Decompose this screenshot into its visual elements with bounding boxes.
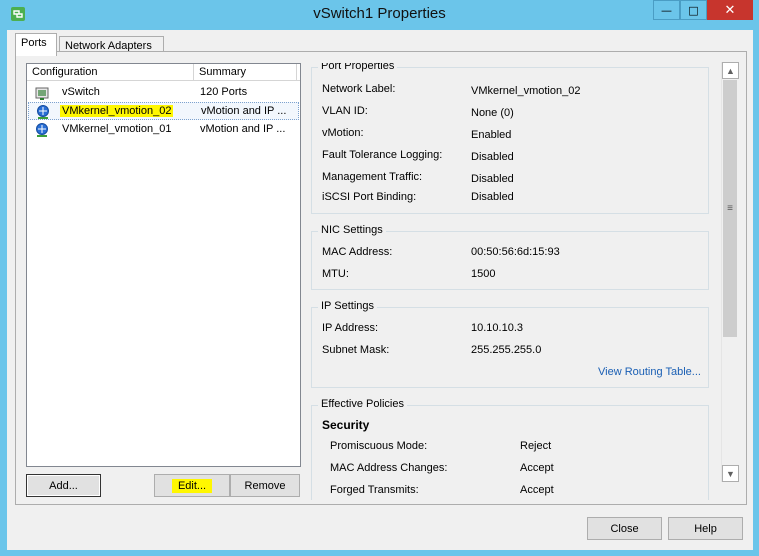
list-row-vmkernel-vmotion-01[interactable]: VMkernel_vmotion_01 vMotion and IP ... <box>28 121 299 139</box>
column-header-summary[interactable]: Summary <box>194 64 297 81</box>
prop-value: 1500 <box>471 268 496 280</box>
prop-value: Enabled <box>471 129 512 141</box>
list-row-vmkernel-vmotion-02[interactable]: VMkernel_vmotion_02 vMotion and IP ... <box>28 102 299 120</box>
list-row-vswitch[interactable]: vSwitch 120 Ports <box>28 84 299 102</box>
policy-value: Accept <box>520 484 554 496</box>
group-title: Effective Policies <box>318 398 407 410</box>
effective-policies-group: Effective Policies Security Promiscuous … <box>311 398 709 500</box>
scroll-up-arrow-icon[interactable]: ▲ <box>722 62 739 79</box>
prop-label: iSCSI Port Binding: <box>322 191 417 203</box>
prop-label: MAC Address: <box>322 246 393 258</box>
vswitch-icon <box>35 87 49 100</box>
edit-button[interactable]: Edit... <box>154 474 230 497</box>
minimize-button[interactable]: — <box>653 0 680 20</box>
list-header: Configuration Summary <box>27 64 300 81</box>
policy-value: Accept <box>520 462 554 474</box>
column-header-configuration[interactable]: Configuration <box>27 64 194 81</box>
ip-settings-group: IP Settings IP Address: 10.10.10.3 Subne… <box>311 300 709 388</box>
help-button[interactable]: Help <box>668 517 743 540</box>
remove-button[interactable]: Remove <box>230 474 300 497</box>
port-configuration-list[interactable]: Configuration Summary vSwitch 120 Ports <box>26 63 301 467</box>
close-window-button[interactable]: ✕ <box>707 0 753 20</box>
edit-button-label: Edit... <box>171 478 213 493</box>
group-title: Port Properties <box>318 63 398 72</box>
scroll-thumb[interactable]: ≡ <box>723 80 737 337</box>
row-summary: vMotion and IP ... <box>201 105 287 117</box>
security-heading: Security <box>322 418 370 432</box>
window-title: vSwitch1 Properties <box>313 5 446 22</box>
group-title: IP Settings <box>318 300 377 312</box>
properties-pane: Port Properties Network Label: VMkernel_… <box>309 63 727 500</box>
vmkernel-port-icon <box>36 123 48 137</box>
add-button[interactable]: Add... <box>26 474 101 497</box>
nic-settings-group: NIC Settings MAC Address: 00:50:56:6d:15… <box>311 224 709 290</box>
close-button[interactable]: Close <box>587 517 662 540</box>
prop-label: Fault Tolerance Logging: <box>322 149 443 161</box>
policy-label: MAC Address Changes: <box>330 462 448 474</box>
policy-label: Forged Transmits: <box>330 484 419 496</box>
row-name: VMkernel_vmotion_02 <box>60 105 174 117</box>
policy-value: Reject <box>520 440 552 452</box>
prop-value: Disabled <box>471 173 514 185</box>
scroll-down-arrow-icon[interactable]: ▼ <box>722 465 739 482</box>
dialog-body: Ports Network Adapters Configuration Sum… <box>7 30 753 550</box>
prop-label: IP Address: <box>322 322 379 334</box>
row-summary: 120 Ports <box>200 86 248 98</box>
prop-value: 255.255.255.0 <box>471 344 542 356</box>
prop-label: MTU: <box>322 268 349 280</box>
title-bar: vSwitch1 Properties — □ ✕ <box>0 0 759 30</box>
prop-value: 10.10.10.3 <box>471 322 523 334</box>
prop-value: VMkernel_vmotion_02 <box>471 85 581 97</box>
prop-label: Subnet Mask: <box>322 344 390 356</box>
prop-label: Management Traffic: <box>322 171 423 183</box>
prop-value: 00:50:56:6d:15:93 <box>471 246 560 258</box>
row-summary: vMotion and IP ... <box>200 123 286 135</box>
prop-value: None (0) <box>471 107 514 119</box>
prop-value: Disabled <box>471 151 514 163</box>
prop-value: Disabled <box>471 191 514 203</box>
row-name: VMkernel_vmotion_01 <box>62 123 172 135</box>
prop-label: VLAN ID: <box>322 105 368 117</box>
prop-label: vMotion: <box>322 127 364 139</box>
properties-scrollbar[interactable]: ▲ ≡ ▼ <box>721 62 739 482</box>
ports-tab-panel: Configuration Summary vSwitch 120 Ports <box>15 51 747 505</box>
policy-label: Promiscuous Mode: <box>330 440 428 452</box>
tab-ports[interactable]: Ports <box>15 33 57 56</box>
view-routing-table-link[interactable]: View Routing Table... <box>598 366 701 378</box>
vmkernel-port-icon <box>37 105 49 119</box>
row-name: vSwitch <box>62 86 100 98</box>
prop-label: Network Label: <box>322 83 396 95</box>
group-title: NIC Settings <box>318 224 386 236</box>
port-properties-group: Port Properties Network Label: VMkernel_… <box>311 63 709 214</box>
maximize-button[interactable]: □ <box>680 0 707 20</box>
